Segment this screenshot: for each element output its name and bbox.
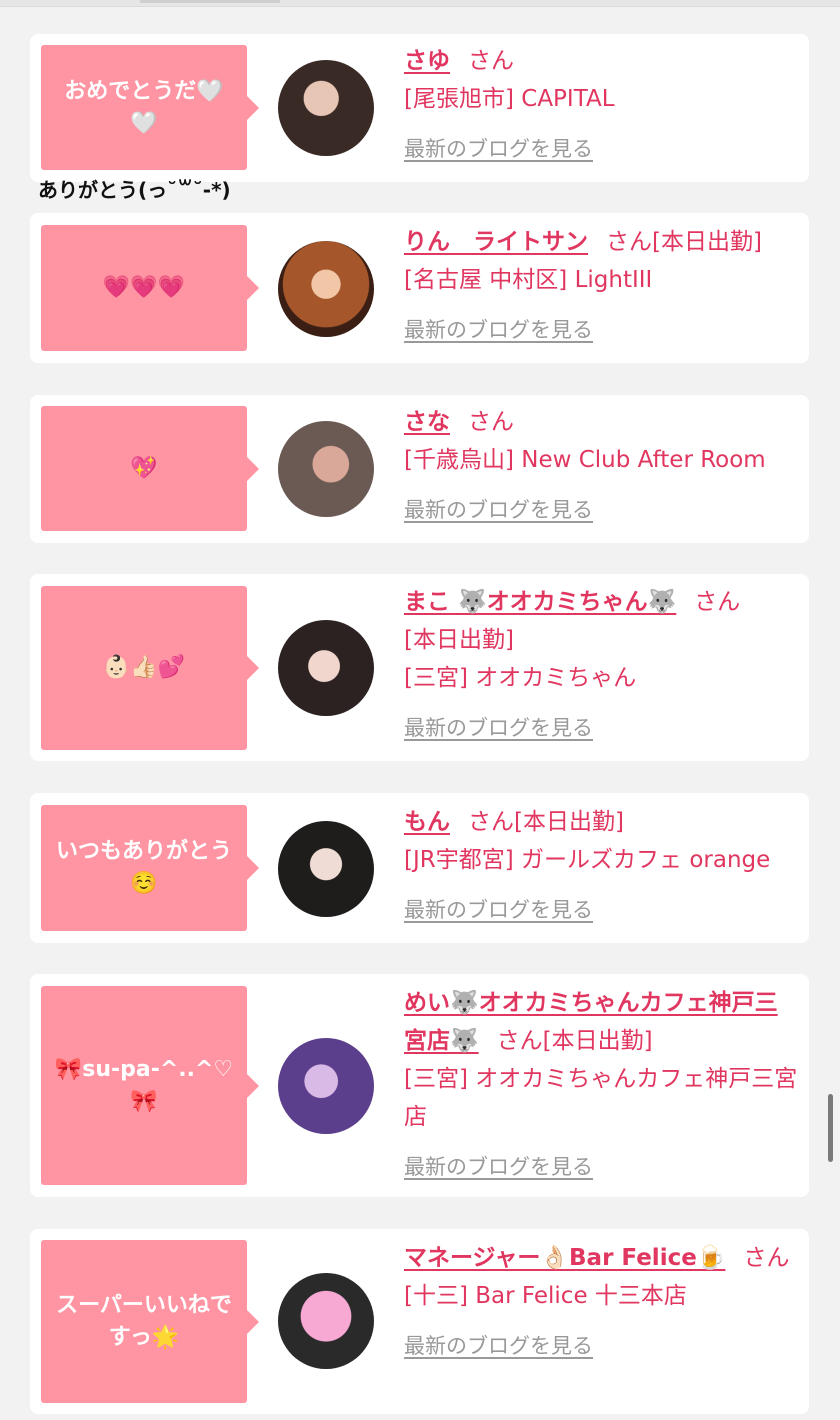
message-bubble: 👶🏻👍🏻💕	[41, 586, 259, 750]
message-card: 💗💗💗 りん ライトサン さん[本日出勤] [名古屋 中村区] LightIII …	[30, 213, 809, 363]
shop-label: [名古屋 中村区] LightIII	[404, 267, 653, 293]
message-card: おめでとうだ🤍🤍 さゆ さん [尾張旭市] CAPITAL 最新のブログを見る	[30, 34, 809, 182]
avatar[interactable]	[278, 620, 374, 716]
blog-link[interactable]: 最新のブログを見る	[404, 498, 593, 522]
message-card: いつもありがとう☺️ もん さん[本日出勤] [JR宇都宮] ガールズカフェ or…	[30, 793, 809, 943]
honorific: さん	[468, 48, 514, 74]
message-bubble: おめでとうだ🤍🤍	[41, 45, 259, 170]
blog-link[interactable]: 最新のブログを見る	[404, 137, 593, 161]
message-bubble: 💖	[41, 406, 259, 531]
avatar[interactable]	[278, 60, 374, 156]
blog-link[interactable]: 最新のブログを見る	[404, 318, 593, 342]
on-duty-tag: [本日出勤]	[514, 809, 624, 835]
message-bubble: いつもありがとう☺️	[41, 805, 259, 931]
on-duty-tag: [本日出勤]	[404, 627, 514, 653]
avatar[interactable]	[278, 1038, 374, 1134]
honorific: さん	[468, 809, 514, 835]
user-name-link[interactable]: マネージャー👌🏻Bar Felice🍺	[404, 1245, 725, 1271]
honorific: さん	[496, 1028, 543, 1054]
shop-label: [三宮] オオカミちゃん	[404, 665, 637, 691]
shop-label: [JR宇都宮] ガールズカフェ orange	[404, 847, 771, 873]
top-divider	[0, 0, 840, 7]
user-name-link[interactable]: さな	[404, 409, 450, 435]
avatar[interactable]	[278, 421, 374, 517]
blog-link[interactable]: 最新のブログを見る	[404, 1334, 593, 1358]
top-tab-indicator	[140, 0, 280, 3]
shop-label: [十三] Bar Felice 十三本店	[404, 1283, 687, 1309]
shop-label: [千歳烏山] New Club After Room	[404, 447, 766, 473]
honorific: さん	[468, 409, 514, 435]
shop-label: [三宮] オオカミちゃんカフェ神戸三宮店	[404, 1066, 798, 1130]
avatar[interactable]	[278, 821, 374, 917]
on-duty-tag: [本日出勤]	[652, 229, 762, 255]
avatar[interactable]	[278, 1273, 374, 1369]
message-card: 🎀su-pa-^..^♡🎀 めい🐺オオカミちゃんカフェ神戸三宮店🐺 さん[本日出勤…	[30, 974, 809, 1197]
honorific: さん	[694, 589, 741, 615]
blog-link[interactable]: 最新のブログを見る	[404, 898, 593, 922]
message-card: スーパーいいねですっ🌟 マネージャー👌🏻Bar Felice🍺 さん [十三] B…	[30, 1229, 809, 1414]
message-bubble: 🎀su-pa-^..^♡🎀	[41, 986, 259, 1185]
user-name-link[interactable]: りん ライトサン	[404, 229, 588, 255]
on-duty-tag: [本日出勤]	[542, 1028, 653, 1054]
user-name-link[interactable]: さゆ	[404, 48, 450, 74]
avatar[interactable]	[278, 241, 374, 337]
user-name-link[interactable]: もん	[404, 809, 450, 835]
message-bubble: 💗💗💗	[41, 225, 259, 351]
user-name-link[interactable]: まこ 🐺オオカミちゃん🐺	[404, 589, 676, 615]
honorific: さん	[743, 1245, 790, 1271]
message-bubble: スーパーいいねですっ🌟	[41, 1240, 259, 1403]
blog-link[interactable]: 最新のブログを見る	[404, 716, 593, 740]
message-card: 👶🏻👍🏻💕 まこ 🐺オオカミちゃん🐺 さん [本日出勤] [三宮] オオカミちゃん…	[30, 574, 809, 761]
honorific: さん	[606, 229, 652, 255]
scrollbar[interactable]	[828, 1094, 833, 1162]
shop-label: [尾張旭市] CAPITAL	[404, 86, 615, 112]
blog-link[interactable]: 最新のブログを見る	[404, 1155, 593, 1179]
bubble-overflow-text: ありがとう(っ˘꒳˘-*)	[38, 178, 231, 202]
message-card: 💖 さな さん [千歳烏山] New Club After Room 最新のブログ…	[30, 395, 809, 543]
